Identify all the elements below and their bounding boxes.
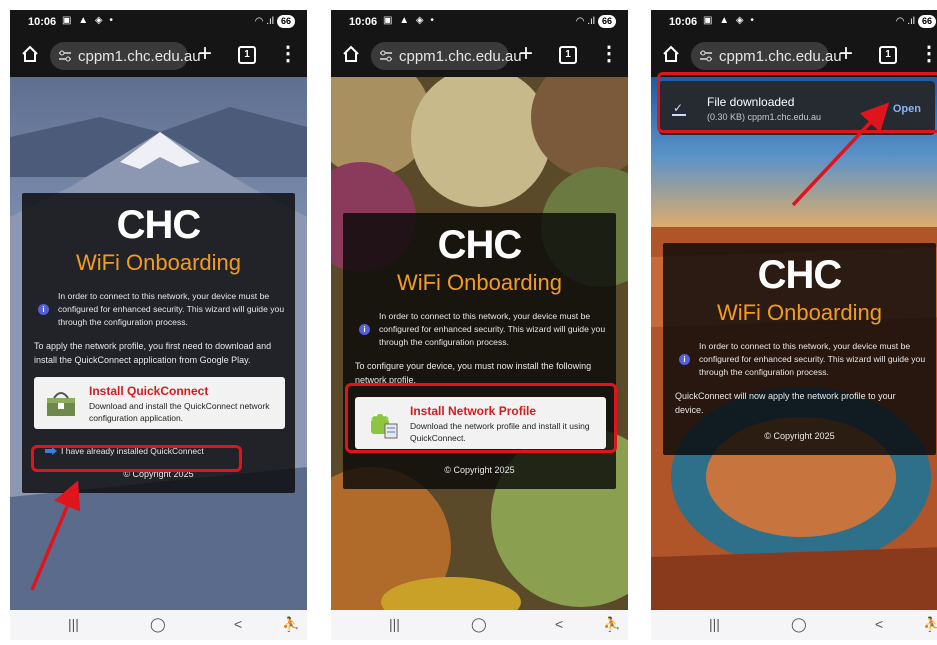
info-icon: i xyxy=(38,304,49,315)
overflow-menu-icon[interactable]: ⋮ xyxy=(278,42,298,66)
recents-icon[interactable]: ||| xyxy=(389,616,400,632)
accessibility-icon[interactable]: ⛹ xyxy=(603,616,620,633)
status-icons: ▣ ▲ ◈ • xyxy=(703,15,756,26)
page-viewport: ✓ File downloaded (0.30 KB) cppm1.chc.ed… xyxy=(651,77,937,610)
battery-badge: 66 xyxy=(917,15,936,28)
tab-switcher-icon[interactable]: 1 xyxy=(879,46,897,64)
new-tab-icon[interactable]: + xyxy=(519,41,533,67)
phone-screen-1: 10:06 ▣ ▲ ◈ • ◠ .ıl 66 cppm1.chc.edu.au +… xyxy=(10,10,307,640)
browser-toolbar: cppm1.chc.edu.au + 1 ⋮ xyxy=(10,35,307,77)
accessibility-icon[interactable]: ⛹ xyxy=(923,616,937,633)
back-icon[interactable]: < xyxy=(555,616,563,632)
url-bar[interactable]: cppm1.chc.edu.au xyxy=(50,42,201,70)
intro-info: i In order to connect to this network, y… xyxy=(673,340,926,379)
accessibility-icon[interactable]: ⛹ xyxy=(282,616,299,633)
new-tab-icon[interactable]: + xyxy=(198,41,212,67)
highlight-download-toast xyxy=(657,72,937,133)
nav-home-icon[interactable]: ◯ xyxy=(791,616,807,633)
status-time: 10:06 xyxy=(349,16,378,28)
signal-icon: ◠ .ıl 66 xyxy=(255,15,295,28)
install-title: Install QuickConnect xyxy=(89,384,209,398)
battery-badge: 66 xyxy=(276,15,295,28)
intro-text: In order to connect to this network, you… xyxy=(379,311,606,347)
site-settings-icon[interactable] xyxy=(58,49,72,63)
nav-home-icon[interactable]: ◯ xyxy=(150,616,166,633)
tab-switcher-icon[interactable]: 1 xyxy=(238,46,256,64)
status-time: 10:06 xyxy=(669,16,698,28)
page-heading: WiFi Onboarding xyxy=(396,270,563,295)
install-description: Download and install the QuickConnect ne… xyxy=(89,401,270,423)
status-bar: 10:06 ▣ ▲ ◈ • ◠ .ıl 66 xyxy=(10,10,307,35)
copyright: © Copyright 2025 xyxy=(764,431,835,441)
page-viewport: CHC WiFi Onboarding i In order to connec… xyxy=(331,77,628,610)
site-settings-icon[interactable] xyxy=(379,49,393,63)
intro-text: In order to connect to this network, you… xyxy=(699,341,926,377)
page-viewport: CHC WiFi Onboarding i In order to connec… xyxy=(10,77,307,610)
intro-info: i In order to connect to this network, y… xyxy=(32,290,285,329)
info-icon: i xyxy=(679,354,690,365)
signal-icon: ◠ .ıl 66 xyxy=(576,15,616,28)
back-icon[interactable]: < xyxy=(875,616,883,632)
battery-badge: 66 xyxy=(597,15,616,28)
url-text: cppm1.chc.edu.au xyxy=(78,48,201,65)
copyright: © Copyright 2025 xyxy=(123,469,194,479)
phone-screen-2: 10:06 ▣ ▲ ◈ • ◠ .ıl 66 cppm1.chc.edu.au +… xyxy=(331,10,628,640)
instruction-text: QuickConnect will now apply the network … xyxy=(675,391,896,415)
url-bar[interactable]: cppm1.chc.edu.au xyxy=(371,42,522,70)
android-nav-bar: ||| ◯ < ⛹ xyxy=(331,610,628,640)
site-settings-icon[interactable] xyxy=(699,49,713,63)
url-text: cppm1.chc.edu.au xyxy=(399,48,522,65)
status-icons: ▣ ▲ ◈ • xyxy=(383,15,436,26)
copyright: © Copyright 2025 xyxy=(444,465,515,475)
tab-switcher-icon[interactable]: 1 xyxy=(559,46,577,64)
url-bar[interactable]: cppm1.chc.edu.au xyxy=(691,42,842,70)
android-nav-bar: ||| ◯ < ⛹ xyxy=(10,610,307,640)
status-time: 10:06 xyxy=(28,16,57,28)
recents-icon[interactable]: ||| xyxy=(68,616,79,632)
overflow-menu-icon[interactable]: ⋮ xyxy=(599,42,619,66)
android-nav-bar: ||| ◯ < ⛹ xyxy=(651,610,937,640)
highlight-install-profile xyxy=(345,383,617,453)
status-bar: 10:06 ▣ ▲ ◈ • ◠ .ıl 66 xyxy=(651,10,937,35)
chc-logo: CHC xyxy=(116,203,202,247)
home-icon[interactable] xyxy=(661,44,681,64)
url-text: cppm1.chc.edu.au xyxy=(719,48,842,65)
page-heading: WiFi Onboarding xyxy=(716,300,883,325)
status-bar: 10:06 ▣ ▲ ◈ • ◠ .ıl 66 xyxy=(331,10,628,35)
signal-icon: ◠ .ıl 66 xyxy=(896,15,936,28)
chc-logo: CHC xyxy=(757,253,843,297)
new-tab-icon[interactable]: + xyxy=(839,41,853,67)
info-icon: i xyxy=(359,324,370,335)
highlight-already-installed xyxy=(31,445,242,472)
onboarding-card: CHC WiFi Onboarding i In order to connec… xyxy=(663,243,936,455)
package-icon xyxy=(47,392,75,416)
intro-text: In order to connect to this network, you… xyxy=(58,291,285,327)
recents-icon[interactable]: ||| xyxy=(709,616,720,632)
browser-toolbar: cppm1.chc.edu.au + 1 ⋮ xyxy=(651,35,937,77)
install-quickconnect-button[interactable]: Install QuickConnect Download and instal… xyxy=(34,377,285,429)
overflow-menu-icon[interactable]: ⋮ xyxy=(919,42,937,66)
instruction-text: To apply the network profile, you first … xyxy=(34,341,272,365)
status-icons: ▣ ▲ ◈ • xyxy=(62,15,115,26)
back-icon[interactable]: < xyxy=(234,616,242,632)
intro-info: i In order to connect to this network, y… xyxy=(353,310,606,349)
home-icon[interactable] xyxy=(341,44,361,64)
page-heading: WiFi Onboarding xyxy=(75,250,242,275)
nav-home-icon[interactable]: ◯ xyxy=(471,616,487,633)
browser-toolbar: cppm1.chc.edu.au + 1 ⋮ xyxy=(331,35,628,77)
chc-logo: CHC xyxy=(437,223,523,267)
home-icon[interactable] xyxy=(20,44,40,64)
